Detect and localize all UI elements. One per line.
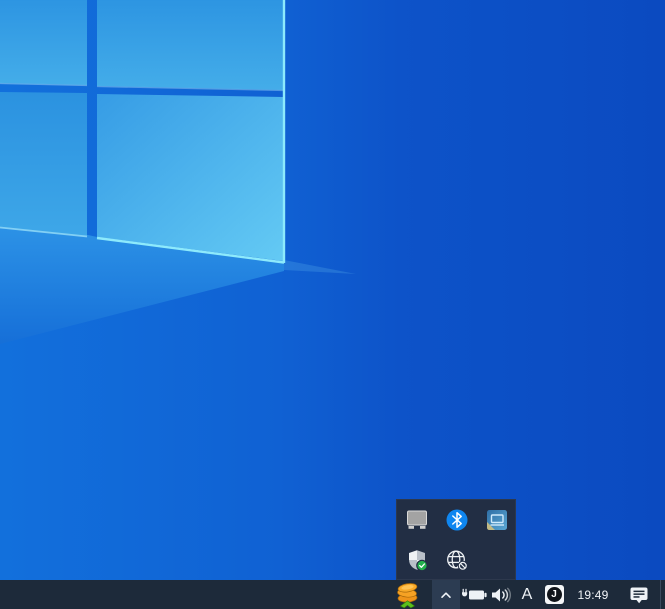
- tray-item-bluetooth[interactable]: [437, 500, 477, 540]
- show-hidden-icons-button[interactable]: [432, 580, 460, 609]
- tray-overflow-flyout: [396, 499, 516, 580]
- taskbar: A J 19:49: [0, 580, 665, 609]
- touchpad-icon: [405, 508, 429, 532]
- wallpaper-image: [0, 0, 665, 580]
- screen: A J 19:49: [0, 0, 665, 609]
- desktop[interactable]: [0, 0, 665, 580]
- chevron-up-icon: [438, 587, 454, 603]
- coins-stack-icon: [394, 581, 422, 609]
- tray-item-touchpad[interactable]: [397, 500, 437, 540]
- action-center-button[interactable]: [618, 580, 660, 609]
- ime-tool-button[interactable]: J: [540, 580, 568, 609]
- clock-time: 19:49: [577, 588, 608, 602]
- ime-badge-letter: J: [551, 590, 557, 600]
- globe-no-internet-icon: [445, 548, 469, 572]
- battery-status-button[interactable]: [460, 580, 488, 609]
- ime-language-mode-letter: A: [522, 586, 533, 604]
- ime-language-mode-button[interactable]: A: [514, 580, 540, 609]
- windows-security-shield-icon: [405, 548, 429, 572]
- bluetooth-icon: [445, 508, 469, 532]
- show-desktop-button[interactable]: [660, 580, 665, 609]
- speaker-icon: [490, 586, 512, 604]
- volume-button[interactable]: [488, 580, 514, 609]
- battery-charging-icon: [460, 587, 488, 603]
- taskbar-clock[interactable]: 19:49: [568, 580, 618, 609]
- taskbar-coins-app-button[interactable]: [389, 580, 427, 609]
- tray-item-windows-security[interactable]: [397, 540, 437, 580]
- pc-suite-app-icon: [485, 508, 509, 532]
- tray-item-network[interactable]: [437, 540, 477, 580]
- tray-item-pc-suite[interactable]: [477, 500, 517, 540]
- ime-j-badge-icon: J: [545, 585, 564, 604]
- notification-bubble-icon: [628, 585, 650, 605]
